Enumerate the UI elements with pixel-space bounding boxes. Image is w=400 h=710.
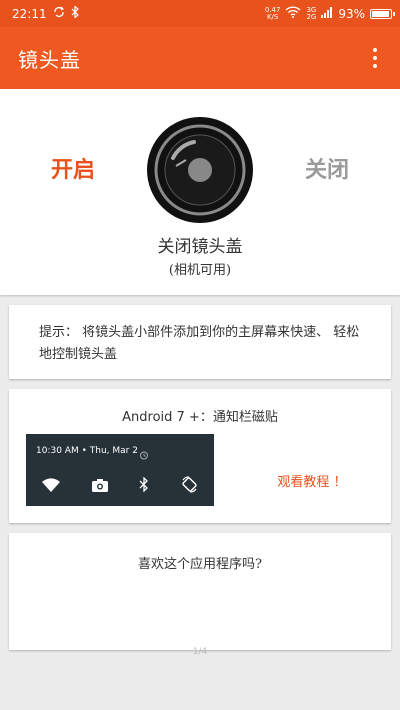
signal-icon bbox=[321, 6, 333, 21]
quick-settings-preview: 10:30 AM • Thu, Mar 2 bbox=[26, 434, 214, 506]
preview-time: 10:30 AM • Thu, Mar 2 bbox=[36, 446, 138, 456]
lens-status-title: 关闭镜头盖 bbox=[157, 237, 243, 257]
bluetooth-tile-icon bbox=[139, 477, 149, 492]
more-vert-icon[interactable] bbox=[360, 38, 390, 78]
net-speed-unit: K/S bbox=[266, 12, 279, 21]
rotate-tile-icon bbox=[181, 476, 198, 493]
lens-icon[interactable] bbox=[146, 116, 254, 224]
bluetooth-icon bbox=[71, 5, 80, 21]
camera-tile-icon bbox=[91, 478, 108, 492]
wifi-tile-icon bbox=[41, 477, 60, 492]
net-speed: 0.47 K/S bbox=[265, 6, 281, 21]
lens-status-subtitle: (相机可用) bbox=[168, 263, 232, 278]
tip-card: 提示： 将镜头盖小部件添加到你的主屏幕来快速、 轻松地控制镜头盖 bbox=[9, 305, 391, 379]
turn-off-button[interactable]: 关闭 bbox=[292, 152, 362, 184]
notification-tile-card: Android 7 +：通知栏磁贴 10:30 AM • Thu, Mar 2 … bbox=[9, 389, 391, 523]
rate-question: 喜欢这个应用程序吗? bbox=[138, 557, 262, 572]
tip-text: 提示： 将镜头盖小部件添加到你的主屏幕来快速、 轻松地控制镜头盖 bbox=[39, 325, 360, 362]
alarm-icon bbox=[139, 445, 149, 464]
network-type: 3G 2G bbox=[306, 6, 317, 21]
sync-icon bbox=[53, 6, 65, 21]
app-title: 镜头盖 bbox=[18, 47, 81, 72]
battery-icon bbox=[370, 8, 395, 19]
rate-app-card: 喜欢这个应用程序吗? bbox=[9, 533, 391, 650]
notification-card-title: Android 7 +：通知栏磁贴 bbox=[122, 410, 278, 425]
turn-on-button[interactable]: 开启 bbox=[38, 152, 108, 184]
status-bar: 22:11 0.47 K/S 3G 2G 93% bbox=[0, 0, 400, 27]
page-indicator: 1/4 bbox=[192, 647, 208, 657]
app-bar: 镜头盖 bbox=[0, 27, 400, 89]
wifi-icon bbox=[285, 6, 301, 21]
watch-tutorial-link[interactable]: 观看教程 ！ bbox=[257, 471, 367, 490]
status-time: 22:11 bbox=[12, 6, 47, 21]
network-bottom: 2G bbox=[306, 12, 317, 21]
battery-percent: 93% bbox=[338, 6, 365, 21]
